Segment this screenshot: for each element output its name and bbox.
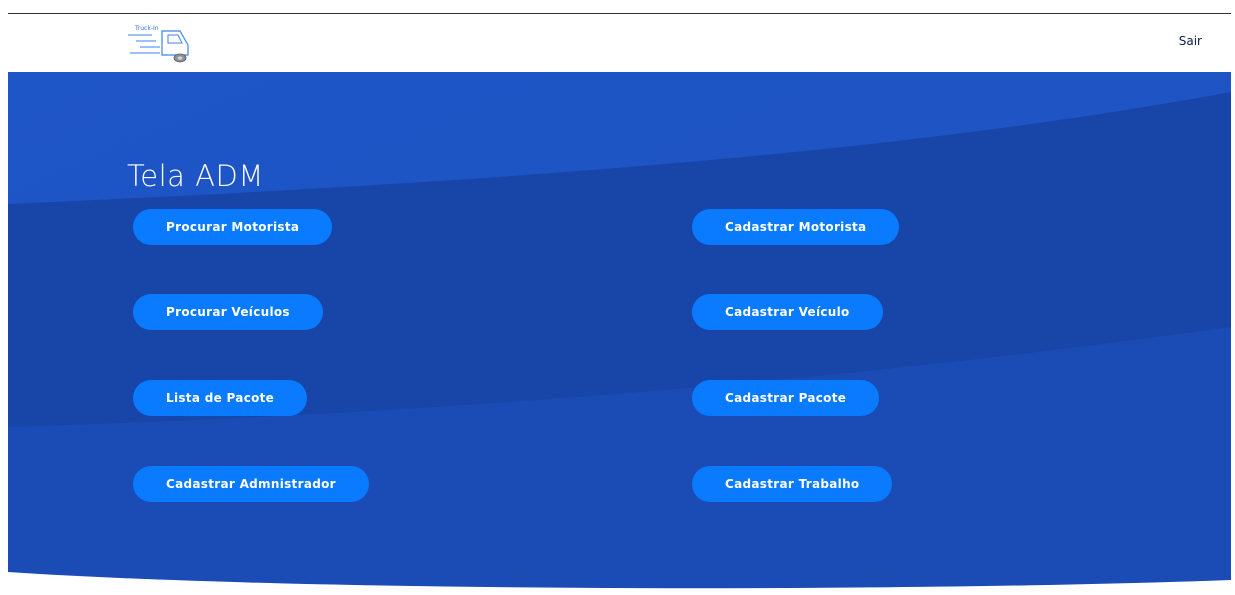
- logout-link[interactable]: Sair: [1179, 34, 1202, 48]
- logo-text: Truck-In: [135, 25, 159, 32]
- register-driver-button[interactable]: Cadastrar Motorista: [692, 209, 900, 245]
- truck-in-logo[interactable]: Truck-In: [126, 25, 198, 65]
- register-package-button[interactable]: Cadastrar Pacote: [692, 380, 880, 416]
- page-title: Tela ADM: [127, 159, 264, 193]
- register-job-button[interactable]: Cadastrar Trabalho: [692, 466, 893, 502]
- navbar: Truck-In Sair: [0, 14, 1235, 72]
- search-driver-button[interactable]: Procurar Motorista: [133, 209, 333, 245]
- register-admin-button[interactable]: Cadastrar Admnistrador: [133, 466, 369, 502]
- hero-background: [8, 72, 1231, 595]
- admin-hero: Tela ADM Procurar Motorista Procurar Veí…: [8, 72, 1231, 595]
- package-list-button[interactable]: Lista de Pacote: [133, 380, 308, 416]
- search-vehicles-button[interactable]: Procurar Veículos: [133, 294, 323, 330]
- register-vehicle-button[interactable]: Cadastrar Veículo: [692, 294, 883, 330]
